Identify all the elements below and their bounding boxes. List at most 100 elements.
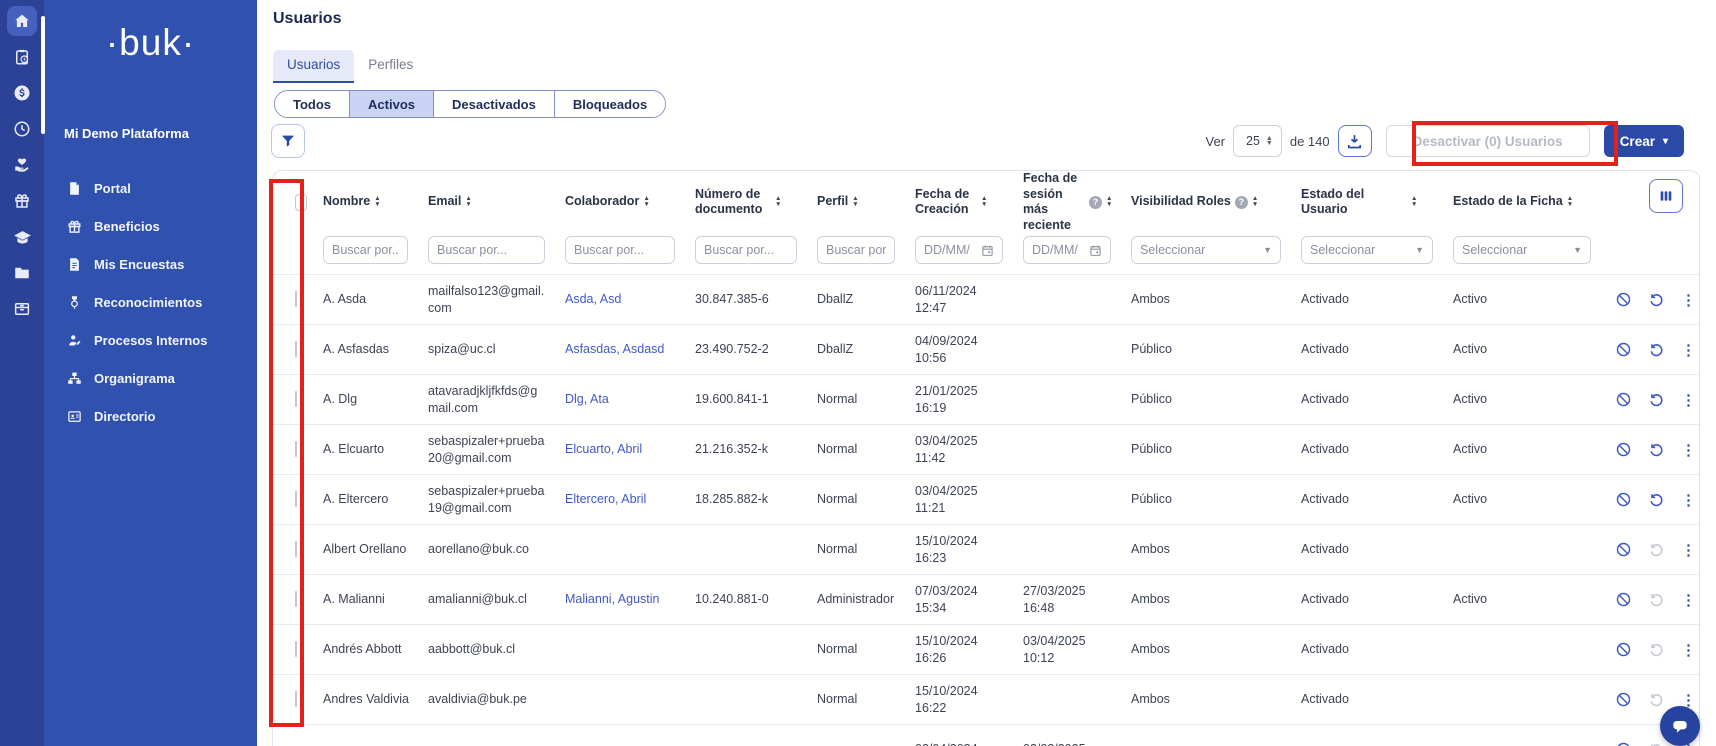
- row-checkbox[interactable]: [295, 591, 297, 607]
- col-header-estado-ficha[interactable]: Estado de la Ficha▲▼: [1441, 194, 1599, 210]
- select-all-checkbox[interactable]: [295, 194, 307, 211]
- col-header-colaborador[interactable]: Colaborador▲▼: [553, 194, 683, 210]
- reset-password-icon[interactable]: [1648, 741, 1665, 746]
- filter-todos[interactable]: Todos: [275, 91, 350, 117]
- fecha-creacion-date-input[interactable]: DD/MM/: [915, 236, 1003, 264]
- reset-password-icon[interactable]: [1648, 441, 1665, 458]
- row-menu-icon[interactable]: ⋮: [1681, 541, 1696, 559]
- row-checkbox[interactable]: [295, 691, 297, 707]
- sort-icon[interactable]: ▲▼: [374, 196, 380, 208]
- rail-benefits-button[interactable]: [7, 186, 37, 216]
- page-size-select[interactable]: 25 ▲▼: [1233, 125, 1282, 157]
- col-header-estado-usuario[interactable]: Estado del Usuario▲▼: [1289, 187, 1441, 218]
- row-checkbox[interactable]: [295, 391, 297, 407]
- block-user-icon[interactable]: [1615, 541, 1632, 558]
- colaborador-link[interactable]: Asda, Asd: [565, 292, 621, 306]
- reset-password-icon[interactable]: [1648, 341, 1665, 358]
- help-icon[interactable]: ?: [1235, 196, 1248, 209]
- visibilidad-select[interactable]: Seleccionar▼: [1131, 236, 1281, 264]
- reset-password-icon[interactable]: [1648, 591, 1665, 608]
- sidebar-item-reconocimientos[interactable]: Reconocimientos: [44, 283, 257, 321]
- colaborador-link[interactable]: Asfasdas, Asdasd: [565, 342, 664, 356]
- row-checkbox[interactable]: [295, 291, 297, 307]
- rail-time-button[interactable]: [7, 114, 37, 144]
- rail-home-button[interactable]: [7, 6, 37, 36]
- block-user-icon[interactable]: [1615, 341, 1632, 358]
- row-checkbox[interactable]: [295, 541, 297, 557]
- sort-icon[interactable]: ▲▼: [981, 196, 987, 208]
- col-header-visibilidad[interactable]: Visibilidad Roles?▲▼: [1119, 194, 1289, 210]
- sort-icon[interactable]: ▲▼: [1567, 196, 1573, 208]
- reset-password-icon[interactable]: [1648, 691, 1665, 708]
- sidebar-item-procesos-internos[interactable]: Procesos Internos: [44, 321, 257, 359]
- row-checkbox[interactable]: [295, 641, 297, 657]
- filter-activos[interactable]: Activos: [350, 91, 434, 117]
- tab-usuarios[interactable]: Usuarios: [273, 50, 354, 83]
- col-header-nombre[interactable]: Nombre▲▼: [311, 194, 416, 210]
- rail-documents-button[interactable]: [7, 258, 37, 288]
- sidebar-item-portal[interactable]: Portal: [44, 169, 257, 207]
- search-colaborador-input[interactable]: [565, 236, 675, 264]
- sort-icon[interactable]: ▲▼: [643, 196, 649, 208]
- reset-password-icon[interactable]: [1648, 641, 1665, 658]
- sidebar-item-mis-encuestas[interactable]: Mis Encuestas: [44, 245, 257, 283]
- sort-icon[interactable]: ▲▼: [1106, 196, 1112, 208]
- help-icon[interactable]: ?: [1089, 196, 1102, 209]
- row-menu-icon[interactable]: ⋮: [1681, 391, 1696, 409]
- block-user-icon[interactable]: [1615, 741, 1632, 746]
- columns-config-button[interactable]: [1649, 179, 1683, 213]
- filter-button[interactable]: [271, 124, 305, 158]
- row-checkbox[interactable]: [295, 491, 297, 507]
- sort-icon[interactable]: ▲▼: [775, 196, 781, 208]
- block-user-icon[interactable]: [1615, 391, 1632, 408]
- block-user-icon[interactable]: [1615, 691, 1632, 708]
- col-header-fecha-creacion[interactable]: Fecha de Creación▲▼: [903, 187, 1011, 218]
- row-menu-icon[interactable]: ⋮: [1681, 291, 1696, 309]
- fecha-sesion-date-input[interactable]: DD/MM/: [1023, 236, 1111, 264]
- chat-fab-button[interactable]: [1660, 706, 1700, 746]
- rail-talent-button[interactable]: [7, 150, 37, 180]
- row-menu-icon[interactable]: ⋮: [1681, 441, 1696, 459]
- colaborador-link[interactable]: Elcuarto, Abril: [565, 442, 642, 456]
- reset-password-icon[interactable]: [1648, 291, 1665, 308]
- row-menu-icon[interactable]: ⋮: [1681, 341, 1696, 359]
- search-email-input[interactable]: [428, 236, 545, 264]
- download-button[interactable]: [1338, 125, 1372, 157]
- col-header-perfil[interactable]: Perfil▲▼: [805, 194, 903, 210]
- sort-icon[interactable]: ▲▼: [1411, 196, 1417, 208]
- filter-desactivados[interactable]: Desactivados: [434, 91, 555, 117]
- row-menu-icon[interactable]: ⋮: [1681, 491, 1696, 509]
- search-documento-input[interactable]: [695, 236, 797, 264]
- sort-icon[interactable]: ▲▼: [852, 196, 858, 208]
- rail-payroll-button[interactable]: [7, 78, 37, 108]
- block-user-icon[interactable]: [1615, 491, 1632, 508]
- colaborador-link[interactable]: Dlg, Ata: [565, 392, 609, 406]
- colaborador-link[interactable]: Eltercero, Abril: [565, 492, 646, 506]
- tab-perfiles[interactable]: Perfiles: [354, 50, 427, 83]
- rail-archive-button[interactable]: [7, 294, 37, 324]
- deactivate-users-button[interactable]: Desactivar (0) Usuarios: [1386, 125, 1590, 157]
- sort-icon[interactable]: ▲▼: [465, 196, 471, 208]
- sidebar-item-directorio[interactable]: Directorio: [44, 397, 257, 435]
- colaborador-link[interactable]: Malianni, Agustin: [565, 592, 660, 606]
- estado-ficha-select[interactable]: Seleccionar▼: [1453, 236, 1591, 264]
- block-user-icon[interactable]: [1615, 641, 1632, 658]
- estado-usuario-select[interactable]: Seleccionar▼: [1301, 236, 1433, 264]
- rail-tasks-button[interactable]: [7, 42, 37, 72]
- col-header-documento[interactable]: Número de documento▲▼: [683, 187, 805, 218]
- block-user-icon[interactable]: [1615, 291, 1632, 308]
- row-menu-icon[interactable]: ⋮: [1681, 591, 1696, 609]
- reset-password-icon[interactable]: [1648, 391, 1665, 408]
- col-header-fecha-sesion[interactable]: Fecha de sesión más reciente?▲▼: [1011, 171, 1119, 234]
- row-checkbox[interactable]: [295, 441, 297, 457]
- search-nombre-input[interactable]: [323, 236, 408, 264]
- block-user-icon[interactable]: [1615, 591, 1632, 608]
- reset-password-icon[interactable]: [1648, 541, 1665, 558]
- block-user-icon[interactable]: [1615, 441, 1632, 458]
- row-menu-icon[interactable]: ⋮: [1681, 641, 1696, 659]
- reset-password-icon[interactable]: [1648, 491, 1665, 508]
- rail-training-button[interactable]: [7, 222, 37, 252]
- sidebar-scrollbar[interactable]: [41, 16, 45, 134]
- sidebar-item-organigrama[interactable]: Organigrama: [44, 359, 257, 397]
- filter-bloqueados[interactable]: Bloqueados: [555, 91, 665, 117]
